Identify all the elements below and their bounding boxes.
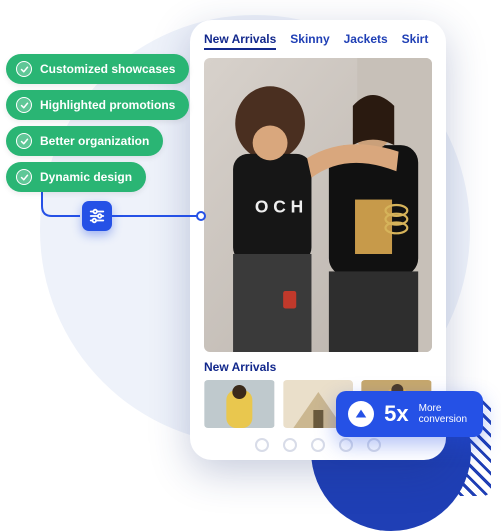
section-title: New Arrivals xyxy=(204,360,432,374)
feature-pill: Customized showcases xyxy=(6,54,189,84)
dot[interactable] xyxy=(255,438,269,452)
thumbnail[interactable] xyxy=(204,380,275,428)
dot[interactable] xyxy=(283,438,297,452)
connector-endpoint xyxy=(196,211,206,221)
dot[interactable] xyxy=(339,438,353,452)
tab-new-arrivals[interactable]: New Arrivals xyxy=(204,32,276,50)
check-icon xyxy=(16,97,32,113)
pagination-dots xyxy=(204,438,432,452)
feature-pill-label: Dynamic design xyxy=(40,170,132,184)
tab-skirt[interactable]: Skirt xyxy=(402,32,429,50)
conversion-badge: 5x More conversion xyxy=(336,391,483,437)
hero-image: O C H xyxy=(204,58,432,352)
filter-icon xyxy=(82,201,112,231)
feature-pill-label: Better organization xyxy=(40,134,149,148)
conversion-label: More conversion xyxy=(419,403,467,426)
tab-jackets[interactable]: Jackets xyxy=(344,32,388,50)
check-icon xyxy=(16,61,32,77)
feature-pill-label: Customized showcases xyxy=(40,62,175,76)
arrow-up-icon xyxy=(348,401,374,427)
check-icon xyxy=(16,169,32,185)
check-icon xyxy=(16,133,32,149)
feature-pill: Highlighted promotions xyxy=(6,90,189,120)
dot[interactable] xyxy=(367,438,381,452)
feature-pill-label: Highlighted promotions xyxy=(40,98,175,112)
feature-pill: Dynamic design xyxy=(6,162,146,192)
tab-skinny[interactable]: Skinny xyxy=(290,32,329,50)
category-tabs: New Arrivals Skinny Jackets Skirt xyxy=(204,32,432,50)
conversion-value: 5x xyxy=(384,401,408,427)
svg-text:O C H: O C H xyxy=(255,197,303,217)
dot[interactable] xyxy=(311,438,325,452)
feature-pill: Better organization xyxy=(6,126,163,156)
feature-pill-list: Customized showcases Highlighted promoti… xyxy=(6,54,189,192)
